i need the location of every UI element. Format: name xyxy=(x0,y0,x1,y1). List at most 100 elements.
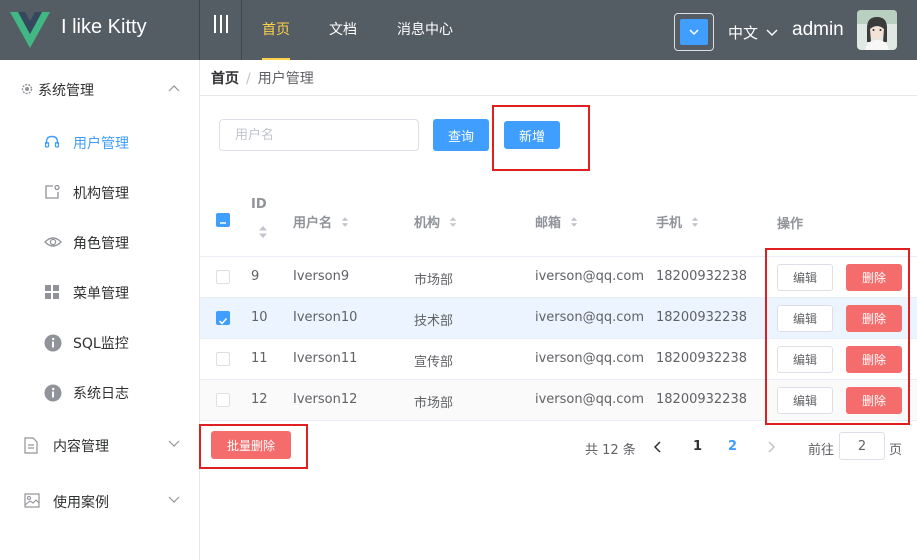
sidebar-item-label: 用户管理 xyxy=(73,136,129,152)
cell-email: iverson@qq.com xyxy=(535,351,645,366)
sort-caret-icon[interactable] xyxy=(449,216,457,228)
nav-docs[interactable]: 文档 xyxy=(329,0,357,60)
sort-caret-icon[interactable] xyxy=(341,216,349,228)
cell-org: 市场部 xyxy=(414,273,454,288)
vue-logo-icon xyxy=(10,12,50,48)
cell-id: 9 xyxy=(251,269,260,284)
sidebar-item-label: 角色管理 xyxy=(73,236,129,252)
document-icon xyxy=(24,437,38,454)
page-number[interactable]: 1 xyxy=(693,439,702,454)
cell-phone: 18200932238 xyxy=(656,269,747,284)
sidebar-group-label: 使用案例 xyxy=(53,495,109,511)
column-header-username[interactable]: 用户名 xyxy=(293,212,349,231)
column-header-id[interactable]: ID xyxy=(251,197,267,212)
language-label: 中文 xyxy=(728,24,759,42)
sidebar-item-label: SQL监控 xyxy=(73,336,129,352)
cell-email: iverson@qq.com xyxy=(535,392,645,407)
chevron-down-icon xyxy=(168,440,180,447)
cell-org: 市场部 xyxy=(414,396,454,411)
sidebar-item-org-management[interactable]: 机构管理 xyxy=(0,167,200,217)
cell-id: 10 xyxy=(251,310,268,325)
info-icon xyxy=(44,334,62,352)
sort-caret-icon[interactable] xyxy=(691,216,699,228)
highlight-box-actions xyxy=(765,248,910,425)
check-icon xyxy=(218,317,228,325)
column-header-actions: 操作 xyxy=(777,217,804,232)
gear-icon xyxy=(21,83,33,95)
logo-area: I like Kitty xyxy=(0,0,200,60)
divider xyxy=(200,95,917,96)
cell-username: Iverson11 xyxy=(293,351,358,366)
row-checkbox[interactable] xyxy=(216,352,230,366)
pagination-unit-label: 页 xyxy=(889,443,903,458)
nav-home[interactable]: 首页 xyxy=(262,0,290,60)
collapse-menu-button[interactable] xyxy=(200,0,242,60)
cell-phone: 18200932238 xyxy=(656,351,747,366)
cell-username: Iverson9 xyxy=(293,269,350,284)
sidebar-item-user-management[interactable]: 用户管理 xyxy=(0,117,200,167)
sidebar-group-content[interactable]: 内容管理 xyxy=(0,420,200,470)
pagination-total: 共 12 条 xyxy=(585,443,636,458)
user-avatar-image xyxy=(857,10,897,50)
page-jump-input[interactable] xyxy=(839,432,885,460)
select-all-checkbox[interactable] xyxy=(216,213,230,227)
theme-color-picker[interactable] xyxy=(674,13,714,51)
cell-phone: 18200932238 xyxy=(656,310,747,325)
pagination-goto-label: 前往 xyxy=(808,443,835,458)
sidebar-group-label: 系统管理 xyxy=(38,83,94,99)
query-button[interactable]: 查询 xyxy=(433,119,489,151)
chevron-up-icon xyxy=(168,85,180,92)
cell-id: 12 xyxy=(251,392,268,407)
sort-caret-icon[interactable] xyxy=(570,216,578,228)
picture-icon xyxy=(24,493,40,508)
username-search-input[interactable] xyxy=(219,119,419,151)
sidebar-item-label: 系统日志 xyxy=(73,386,129,402)
cell-email: iverson@qq.com xyxy=(535,310,645,325)
cell-username: Iverson10 xyxy=(293,310,358,325)
username-label[interactable]: admin xyxy=(792,19,844,41)
nav-message-center[interactable]: 消息中心 xyxy=(397,0,453,60)
breadcrumb-current: 用户管理 xyxy=(257,71,314,87)
sidebar-item-label: 菜单管理 xyxy=(73,286,129,302)
cell-org: 宣传部 xyxy=(414,355,454,370)
highlight-box-batch-delete xyxy=(199,424,308,469)
chevron-left-icon[interactable] xyxy=(653,440,663,454)
minus-icon xyxy=(220,222,226,224)
highlight-box-add xyxy=(492,105,590,171)
sidebar-item-sql-monitor[interactable]: SQL监控 xyxy=(0,317,200,367)
language-dropdown[interactable]: 中文 xyxy=(728,22,778,43)
page-number-current[interactable]: 2 xyxy=(728,439,737,454)
row-checkbox[interactable] xyxy=(216,311,230,325)
breadcrumb-home[interactable]: 首页 xyxy=(211,71,239,87)
avatar[interactable] xyxy=(857,10,897,50)
sidebar-group-system[interactable]: 系统管理 xyxy=(0,64,200,114)
chevron-right-icon[interactable] xyxy=(766,440,776,454)
menu-grid-icon xyxy=(45,285,59,299)
sort-caret-icon[interactable] xyxy=(258,225,268,239)
info-icon xyxy=(44,384,62,402)
column-header-label: 机构 xyxy=(414,216,441,231)
chevron-down-icon xyxy=(168,496,180,503)
sidebar-group-label: 内容管理 xyxy=(53,439,109,455)
sidebar-item-system-log[interactable]: 系统日志 xyxy=(0,367,200,417)
column-header-phone[interactable]: 手机 xyxy=(656,212,699,231)
sidebar-item-menu-management[interactable]: 菜单管理 xyxy=(0,267,200,317)
cell-phone: 18200932238 xyxy=(656,392,747,407)
row-checkbox[interactable] xyxy=(216,393,230,407)
cell-email: iverson@qq.com xyxy=(535,269,645,284)
theme-color-swatch xyxy=(680,19,708,45)
cell-username: Iverson12 xyxy=(293,392,358,407)
cell-org: 技术部 xyxy=(414,314,454,329)
headset-icon xyxy=(44,135,60,148)
column-header-label: 用户名 xyxy=(293,216,333,231)
column-header-label: 手机 xyxy=(656,216,683,231)
breadcrumb: 首页 / 用户管理 xyxy=(211,68,314,88)
column-header-email[interactable]: 邮箱 xyxy=(535,212,578,231)
row-checkbox[interactable] xyxy=(216,270,230,284)
sidebar-item-role-management[interactable]: 角色管理 xyxy=(0,217,200,267)
column-header-label: ID xyxy=(251,197,267,212)
chevron-down-icon xyxy=(766,29,778,36)
sidebar-group-cases[interactable]: 使用案例 xyxy=(0,476,200,526)
column-header-org[interactable]: 机构 xyxy=(414,212,457,231)
chevron-down-icon xyxy=(689,29,699,36)
